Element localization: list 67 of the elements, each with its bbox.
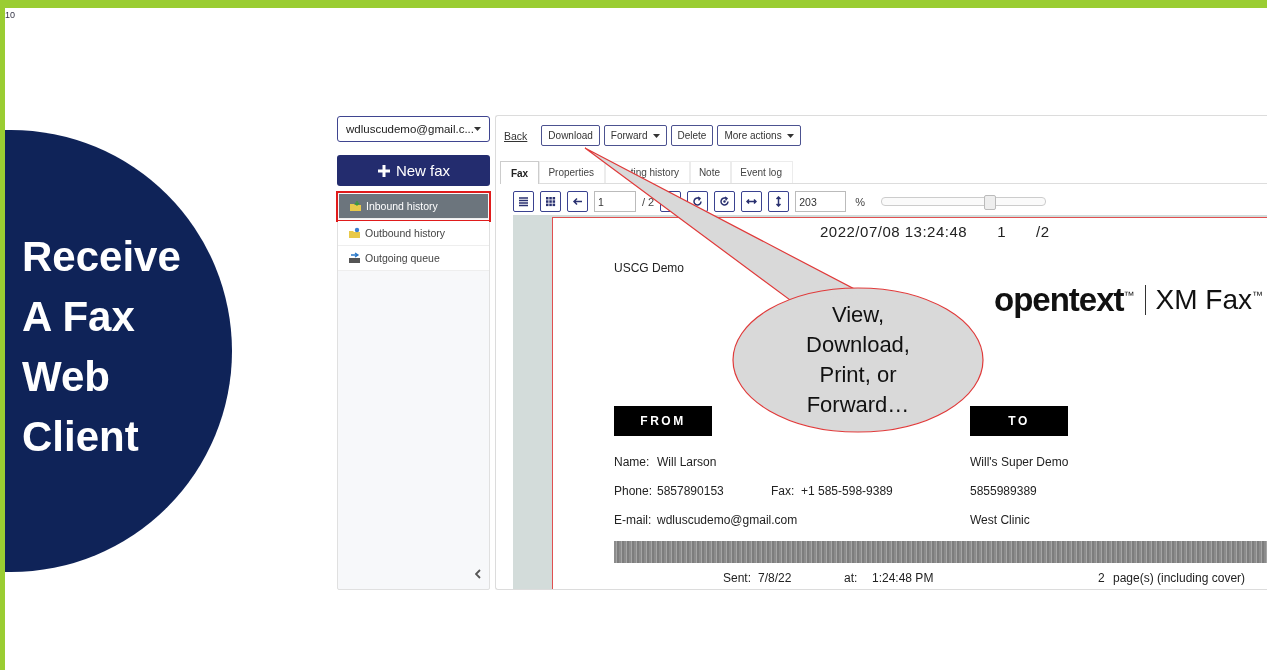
product-name: XM Fax$^{™}$ xyxy=(1155,284,1263,316)
list-icon xyxy=(518,196,529,207)
tab[interactable]: Properties xyxy=(539,161,605,183)
from-heading: FROM xyxy=(614,406,712,436)
sender-name: USCG Demo xyxy=(614,260,684,276)
rotate-left-icon xyxy=(719,196,731,207)
tray-icon xyxy=(348,252,361,264)
field-value: 5855989389 xyxy=(970,483,1038,499)
page-field[interactable]: 1 xyxy=(594,191,636,212)
field-label: E-mail: xyxy=(614,512,653,528)
toolbar-button[interactable]: Download xyxy=(541,125,600,146)
arrow-left-icon xyxy=(572,196,583,207)
field-value: Will Larson xyxy=(657,454,717,470)
caret-icon xyxy=(474,127,481,131)
field-value: 2 xyxy=(1098,570,1106,586)
toolbar-button[interactable]: Delete xyxy=(670,125,714,146)
plus-icon xyxy=(376,163,391,178)
page-count: / 2 xyxy=(642,195,655,208)
account-dropdown[interactable]: wdluscudemo@gmail.c... xyxy=(337,116,490,142)
sidebar-item[interactable]: Outgoing queue xyxy=(338,246,489,271)
rotate-left-button[interactable] xyxy=(714,191,736,212)
field-value: 5857890153 xyxy=(657,483,725,499)
tab[interactable]: Event log xyxy=(731,161,793,183)
caret-icon xyxy=(652,133,660,138)
callout-text: View, Download, Print, or Forward… xyxy=(805,301,911,419)
sidebar-item[interactable]: Outbound history xyxy=(338,221,489,246)
field-label: Name: xyxy=(614,454,651,470)
caret-icon xyxy=(786,133,794,138)
page-number: 1 xyxy=(997,222,1006,240)
brand-logo: opentext$^{™}$ xyxy=(994,281,1135,319)
tab[interactable]: Note xyxy=(690,161,731,183)
list-button[interactable] xyxy=(513,191,534,212)
zoom-field[interactable]: 203 xyxy=(795,191,847,212)
field-label: page(s) (including cover) xyxy=(1113,570,1247,586)
field-value: +1 585-598-9389 xyxy=(801,483,894,499)
tab[interactable]: Fax xyxy=(500,161,539,184)
field-value: 1:24:48 PM xyxy=(872,570,935,586)
toolbar-button[interactable]: Forward xyxy=(603,125,667,146)
fax-timestamp: 2022/07/08 13:24:48 xyxy=(820,222,968,240)
toolbar-button[interactable]: More actions xyxy=(717,125,801,146)
field-label: Phone: xyxy=(614,483,654,499)
grid-icon xyxy=(545,196,556,207)
field-value: West Clinic xyxy=(970,512,1031,528)
folder-icon xyxy=(348,227,361,239)
percent-label: % xyxy=(855,195,865,208)
field-label: Fax: xyxy=(771,483,796,499)
field-value: wdluscudemo@gmail.com xyxy=(657,512,798,528)
rotate-right-icon xyxy=(692,196,704,207)
slide-heading: Receive A Fax Web Client xyxy=(22,232,181,462)
slide-number: 10 xyxy=(5,10,15,20)
sidebar-item[interactable]: Inbound history xyxy=(339,194,488,219)
fit-height-button[interactable] xyxy=(768,191,790,212)
grid-button[interactable] xyxy=(540,191,561,212)
page-total: /2 xyxy=(1036,222,1050,240)
field-value: 7/8/22 xyxy=(758,570,793,586)
field-label: at: xyxy=(844,570,859,586)
chevron-left-icon[interactable] xyxy=(475,569,481,579)
back-link[interactable]: Back xyxy=(504,129,528,142)
fit-width-button[interactable] xyxy=(741,191,763,212)
field-value: Will's Super Demo xyxy=(970,454,1070,470)
fit-width-icon xyxy=(746,196,758,207)
to-heading: TO xyxy=(970,406,1068,436)
folder-icon xyxy=(349,200,362,212)
field-label: Sent: xyxy=(723,570,753,586)
zoom-slider-thumb[interactable] xyxy=(983,195,996,210)
arrow-left-button[interactable] xyxy=(567,191,588,212)
new-fax-button[interactable]: New fax xyxy=(337,155,490,186)
